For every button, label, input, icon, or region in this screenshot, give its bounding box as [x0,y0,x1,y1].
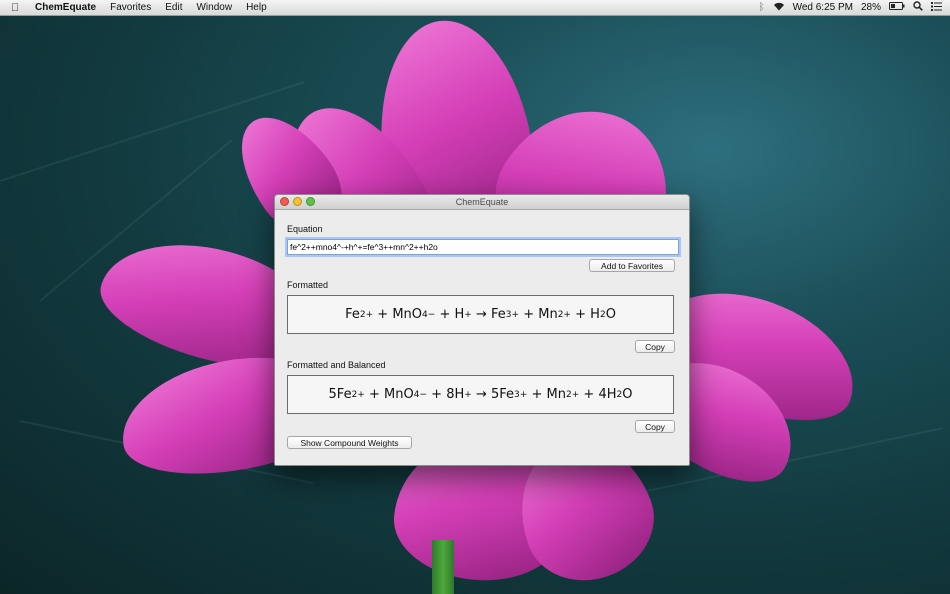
formatted-balanced-label: Formatted and Balanced [287,360,386,370]
battery-percent[interactable]: 28% [861,2,881,13]
window-title: ChemEquate [455,197,509,207]
copy-balanced-button[interactable]: Copy [635,420,675,433]
formatted-equation-box: Fe 2+ + MnO 4− + H + → Fe 3+ + Mn 2+ + H2O [287,295,674,334]
apple-icon[interactable]:  [11,2,25,14]
wifi-icon[interactable] [773,2,785,14]
menu-window[interactable]: Window [196,2,232,13]
copy-formatted-button[interactable]: Copy [635,340,675,353]
equation-label: Equation [287,224,323,234]
chemequate-window: ChemEquate Equation fe^2++mno4^-+h^+=fe^… [274,194,690,466]
equation-input[interactable]: fe^2++mno4^-+h^+=fe^3++mn^2++h2o [287,239,679,255]
menu-favorites[interactable]: Favorites [110,2,151,13]
battery-icon[interactable] [889,2,905,13]
window-titlebar[interactable]: ChemEquate [275,195,689,210]
bluetooth-icon[interactable]: ᛒ [759,2,765,13]
clock-text[interactable]: Wed 6:25 PM [793,2,853,13]
balanced-equation-box: 5Fe 2+ + MnO 4− + 8H + → 5Fe 3+ + Mn 2+ + 4H 2… [287,375,674,414]
formatted-label: Formatted [287,280,329,290]
notification-center-icon[interactable] [931,1,942,14]
menu-edit[interactable]: Edit [165,2,182,13]
menu-app-name[interactable]: ChemEquate [35,2,96,13]
close-window-button[interactable] [280,197,289,206]
menu-help[interactable]: Help [246,2,267,13]
add-to-favorites-button[interactable]: Add to Favorites [589,259,675,272]
minimize-window-button[interactable] [293,197,302,206]
zoom-window-button[interactable] [306,197,315,206]
show-compound-weights-button[interactable]: Show Compound Weights [287,436,412,449]
spotlight-search-icon[interactable] [913,1,923,14]
menu-bar:  ChemEquate Favorites Edit Window Help … [0,0,950,16]
